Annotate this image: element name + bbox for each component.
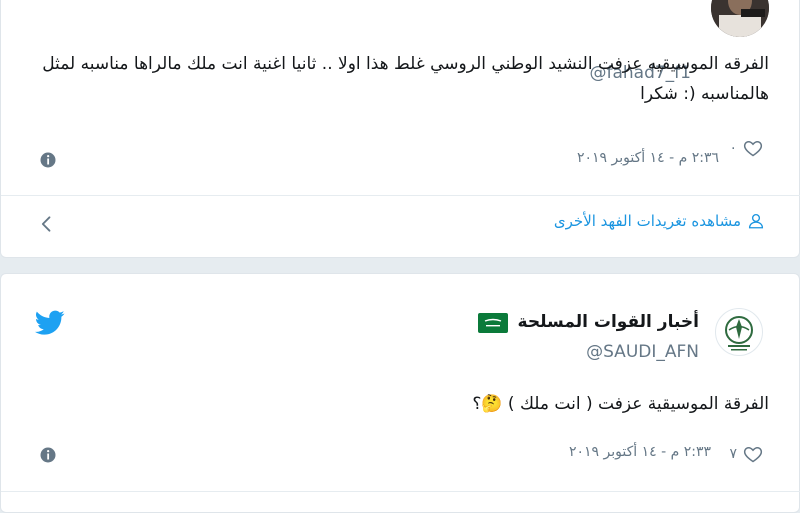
chevron-left-icon[interactable]: [37, 214, 57, 234]
heart-icon[interactable]: [743, 444, 763, 464]
like-count: ٧: [729, 446, 737, 462]
tweet-timestamp[interactable]: ٢:٣٣ م - ١٤ أكتوبر ٢٠١٩: [569, 444, 711, 460]
twitter-bird-icon[interactable]: [35, 310, 65, 336]
divider: [1, 195, 800, 196]
like-count: ٠: [729, 140, 737, 156]
user-icon: [748, 213, 764, 229]
tweet-card-saudi-afn: أخبار القوات المسلحة @SAUDI_AFN الفرقة ا…: [0, 273, 800, 513]
avatar[interactable]: [715, 308, 763, 356]
info-icon[interactable]: [39, 151, 57, 169]
tweet-text: الفرقه الموسيقيه عزفت النشيد الوطني الرو…: [42, 54, 769, 104]
tweet-text: الفرقة الموسيقية عزفت ( انت ملك ) 🤔؟: [472, 394, 769, 414]
armed-forces-logo-icon: [725, 316, 753, 351]
avatar[interactable]: [711, 0, 769, 37]
divider: [1, 491, 800, 492]
info-icon[interactable]: [39, 446, 57, 464]
avatar-image: [711, 0, 769, 37]
tweet-handle[interactable]: @SAUDI_AFN: [586, 342, 699, 362]
tweet-author-name[interactable]: أخبار القوات المسلحة: [518, 312, 699, 332]
saudi-flag-icon: [478, 313, 508, 333]
view-more-tweets-link[interactable]: مشاهده تغريدات الفهد الأخرى: [554, 212, 765, 230]
tweet-timestamp[interactable]: ٢:٣٦ م - ١٤ أكتوبر ٢٠١٩: [577, 150, 719, 166]
like-action[interactable]: ٠: [729, 138, 763, 158]
view-more-label[interactable]: مشاهده تغريدات الفهد الأخرى: [554, 212, 741, 230]
like-action[interactable]: ٧: [729, 444, 763, 464]
heart-icon[interactable]: [743, 138, 763, 158]
tweet-card-fahad: @fahad7_f1 الفرقه الموسيقيه عزفت النشيد …: [0, 0, 800, 258]
